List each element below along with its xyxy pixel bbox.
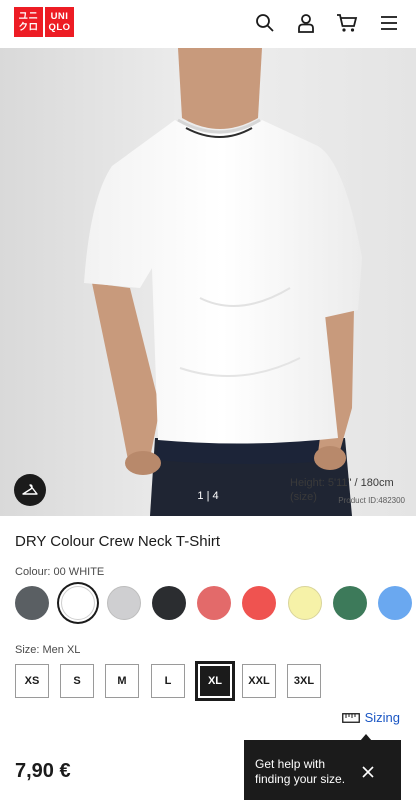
ruler-icon [341, 712, 360, 723]
swatch-red[interactable] [242, 586, 276, 620]
swatch-black[interactable] [152, 586, 186, 620]
logo-block-left: ユニ クロ [14, 7, 43, 37]
cart-icon[interactable] [336, 12, 358, 34]
size-button-s[interactable]: S [60, 664, 94, 698]
close-icon[interactable] [361, 765, 375, 779]
hanger-button[interactable] [14, 474, 46, 506]
swatch-white[interactable] [61, 586, 95, 620]
tooltip-line-1: Get help with [255, 757, 326, 771]
swatch-light-grey[interactable] [107, 586, 141, 620]
logo-latin-bottom: QLO [48, 22, 71, 33]
tooltip-line-2: finding your size. [255, 772, 346, 786]
swatch-light-yellow[interactable] [288, 586, 322, 620]
size-label: Size: Men XL [15, 644, 81, 656]
sizing-link[interactable]: Sizing [341, 710, 400, 725]
menu-icon[interactable] [378, 12, 400, 34]
swatch-dark-grey[interactable] [15, 586, 49, 620]
product-title: DRY Colour Crew Neck T-Shirt [15, 533, 221, 550]
size-button-xxl[interactable]: XXL [242, 664, 276, 698]
colour-swatches [15, 586, 416, 622]
search-icon[interactable] [254, 12, 276, 34]
image-pager: 1 | 4 [197, 490, 219, 502]
user-icon[interactable] [295, 12, 317, 34]
swatch-blue[interactable] [378, 586, 412, 620]
uniqlo-logo[interactable]: ユニ クロ UNI QLO [14, 7, 74, 37]
size-button-xl[interactable]: XL [195, 661, 235, 701]
logo-latin-top: UNI [50, 11, 69, 22]
header: ユニ クロ UNI QLO [0, 0, 416, 48]
swatch-coral[interactable] [197, 586, 231, 620]
logo-block-right: UNI QLO [45, 7, 74, 37]
product-price: 7,90 € [15, 760, 71, 782]
size-help-tooltip[interactable]: Get help with finding your size. [244, 740, 401, 800]
logo-text-top: ユニ [18, 11, 39, 22]
size-button-m[interactable]: M [105, 664, 139, 698]
model-height-info: Height: 5'11" / 180cm (size) [290, 476, 394, 504]
hanger-icon [22, 484, 38, 495]
sizing-link-label: Sizing [364, 710, 400, 725]
size-button-3xl[interactable]: 3XL [287, 664, 321, 698]
model-illustration [0, 48, 416, 516]
swatch-green[interactable] [333, 586, 367, 620]
size-button-xs[interactable]: XS [15, 664, 49, 698]
size-button-l[interactable]: L [151, 664, 185, 698]
height-line-2: (size) [290, 491, 317, 503]
height-line-1: Height: 5'11" / 180cm [290, 477, 394, 489]
logo-text-bottom: クロ [18, 22, 39, 33]
colour-label: Colour: 00 WHITE [15, 566, 105, 578]
product-image[interactable]: Product ID:482300 [0, 48, 416, 516]
